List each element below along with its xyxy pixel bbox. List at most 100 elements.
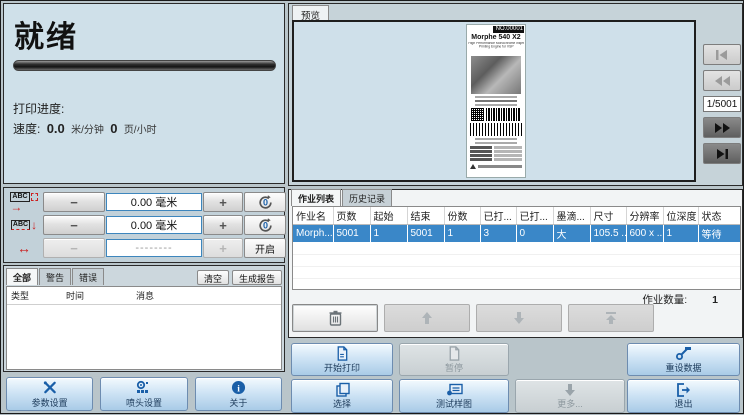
- more-button[interactable]: 更多...: [515, 379, 625, 413]
- pages-value: 0: [110, 121, 117, 136]
- log-col-message: 消息: [136, 289, 277, 302]
- vertical-offset-plus-button[interactable]: +: [203, 215, 243, 235]
- message-log-panel: 全部 警告 错误 清空 生成报告 类型 时间 消息: [3, 265, 285, 372]
- col-job-name[interactable]: 作业名: [293, 207, 333, 225]
- job-row-empty: [293, 266, 741, 278]
- parameter-settings-button[interactable]: 参数设置: [6, 377, 93, 411]
- progress-label: 打印进度:: [13, 100, 64, 117]
- log-tab-warning[interactable]: 警告: [39, 268, 71, 285]
- width-minus-button[interactable]: −: [43, 238, 105, 258]
- thumbnail-logo: [470, 164, 522, 169]
- printhead-settings-label: 喷头设置: [126, 396, 162, 409]
- generate-report-button[interactable]: 生成报告: [232, 270, 282, 285]
- abc-vertical-offset-icon: ABC ↓: [6, 215, 42, 235]
- test-pattern-icon: [446, 382, 463, 397]
- vertical-offset-value[interactable]: 0.00 毫米: [106, 216, 202, 234]
- col-end[interactable]: 结束: [407, 207, 444, 225]
- width-adjust-row: ↔ − -------- + 开启: [6, 237, 282, 259]
- rewind-button[interactable]: [703, 70, 741, 91]
- log-tab-all[interactable]: 全部: [6, 268, 38, 285]
- exit-icon: [676, 382, 691, 397]
- pages-unit: 页/小时: [124, 125, 157, 136]
- exit-label: 退出: [674, 397, 692, 410]
- start-print-icon: [335, 346, 349, 361]
- select-button[interactable]: 选择: [291, 379, 393, 413]
- tab-history[interactable]: 历史记录: [342, 189, 392, 206]
- thumbnail-subtitle: High Performance Monochrome Inkjet Print…: [467, 42, 524, 49]
- width-plus-button[interactable]: +: [203, 238, 243, 258]
- info-icon: i: [231, 380, 246, 395]
- first-page-button[interactable]: [703, 44, 741, 65]
- fast-forward-button[interactable]: [703, 117, 741, 138]
- printhead-settings-button[interactable]: 喷头设置: [100, 377, 187, 411]
- col-start[interactable]: 起始: [370, 207, 407, 225]
- thumbnail-photo: [471, 56, 521, 94]
- page-navigation: 1/5001: [702, 44, 742, 164]
- log-col-type: 类型: [11, 289, 66, 302]
- horizontal-offset-plus-button[interactable]: +: [203, 192, 243, 212]
- move-job-top-button[interactable]: [568, 304, 654, 332]
- speed-label: 速度:: [13, 122, 40, 136]
- exit-button[interactable]: 退出: [627, 379, 740, 413]
- reset-zero-icon: 0: [257, 195, 274, 210]
- col-printed-copies[interactable]: 已打...: [516, 207, 553, 225]
- pause-label: 暂停: [445, 361, 463, 374]
- delete-job-button[interactable]: [292, 304, 378, 332]
- col-bit-depth[interactable]: 位深度: [663, 207, 698, 225]
- print-progress-bar: [13, 60, 276, 71]
- col-drop-size[interactable]: 墨滴...: [553, 207, 590, 225]
- vertical-offset-row: ABC ↓ − 0.00 毫米 + 0: [6, 214, 282, 236]
- tab-job-list[interactable]: 作业列表: [291, 189, 341, 206]
- printer-status-text: 就绪: [4, 4, 284, 56]
- start-print-button[interactable]: 开始打印: [291, 343, 393, 376]
- arrow-down-icon: [512, 311, 526, 325]
- job-table: 作业名 页数 起始 结束 份数 已打... 已打... 墨滴... 尺寸 分辨率…: [292, 206, 741, 290]
- log-col-time: 时间: [66, 289, 136, 302]
- pause-button[interactable]: 暂停: [399, 343, 509, 376]
- preview-panel: 预览 NO.00001 Morphe 540 X2 High Performan…: [288, 3, 743, 186]
- col-copies[interactable]: 份数: [444, 207, 480, 225]
- horizontal-offset-row: ABC → − 0.00 毫米 + 0: [6, 191, 282, 213]
- job-row-empty: [293, 242, 741, 254]
- reset-data-icon: [675, 346, 692, 361]
- open-button[interactable]: 开启: [244, 238, 286, 258]
- page-indicator-field[interactable]: 1/5001: [703, 96, 741, 112]
- move-job-up-button[interactable]: [384, 304, 470, 332]
- col-size[interactable]: 尺寸: [590, 207, 626, 225]
- reset-zero-icon: 0: [257, 218, 274, 233]
- horizontal-offset-value[interactable]: 0.00 毫米: [106, 193, 202, 211]
- clear-log-button[interactable]: 清空: [197, 270, 229, 285]
- thumbnail-title: Morphe 540 X2: [467, 34, 525, 42]
- move-job-down-button[interactable]: [476, 304, 562, 332]
- test-pattern-button[interactable]: 测试样图: [399, 379, 509, 413]
- log-table: 类型 时间 消息: [6, 286, 282, 370]
- fast-forward-icon: [713, 122, 731, 134]
- job-action-buttons: [292, 304, 741, 332]
- trash-icon: [328, 310, 343, 326]
- horizontal-offset-reset-button[interactable]: 0: [244, 192, 286, 212]
- job-tab-strip: 作业列表 历史记录: [289, 190, 742, 206]
- col-resolution[interactable]: 分辨率: [626, 207, 663, 225]
- speed-value: 0.0: [47, 121, 65, 136]
- vertical-offset-reset-button[interactable]: 0: [244, 215, 286, 235]
- vertical-offset-minus-button[interactable]: −: [43, 215, 105, 235]
- job-table-header: 作业名 页数 起始 结束 份数 已打... 已打... 墨滴... 尺寸 分辨率…: [293, 207, 741, 225]
- col-pages[interactable]: 页数: [333, 207, 370, 225]
- col-printed-pages[interactable]: 已打...: [480, 207, 516, 225]
- abc-horizontal-offset-icon: ABC →: [6, 192, 42, 212]
- log-tab-error[interactable]: 错误: [72, 268, 104, 285]
- select-label: 选择: [333, 397, 351, 410]
- reset-data-button[interactable]: 重设数据: [627, 343, 740, 376]
- col-status[interactable]: 状态: [698, 207, 741, 225]
- job-row-selected[interactable]: Morph... 5001 1 5001 1 3 0 大 105.5 ... 6…: [293, 225, 741, 243]
- speed-unit: 米/分钟: [71, 125, 104, 136]
- horizontal-offset-minus-button[interactable]: −: [43, 192, 105, 212]
- about-button[interactable]: i 关于: [195, 377, 282, 411]
- last-page-button[interactable]: [703, 143, 741, 164]
- job-row-empty: [293, 254, 741, 266]
- left-toolbar: 参数设置 喷头设置 i 关于: [3, 375, 285, 413]
- width-value[interactable]: --------: [106, 239, 202, 257]
- speed-readout: 速度: 0.0 米/分钟 0 页/小时: [13, 120, 157, 137]
- job-panel: 作业列表 历史记录 作业名 页数 起始 结束 份数 已打...: [288, 189, 743, 338]
- start-print-label: 开始打印: [324, 361, 360, 374]
